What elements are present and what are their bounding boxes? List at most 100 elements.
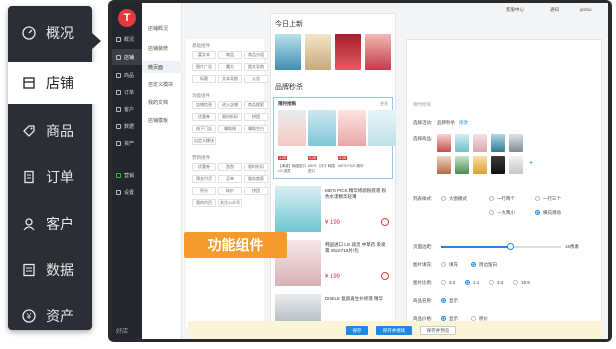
sidebar-item-marketing[interactable]: 营销 — [112, 167, 142, 183]
component-button[interactable]: 辅助空白 — [244, 125, 268, 133]
submenu-item[interactable]: 店铺模板 — [148, 117, 168, 124]
component-button[interactable]: 优惠券 — [192, 113, 216, 121]
component-button[interactable]: 积分 — [192, 187, 216, 195]
notifications-link[interactable]: 通知 — [550, 7, 559, 13]
sidebar-item-goods[interactable]: 商品 — [112, 67, 142, 83]
selected-goods-thumb[interactable] — [473, 134, 487, 152]
component-button[interactable]: 拼团 — [244, 113, 268, 121]
flash-card[interactable] — [368, 110, 396, 146]
submenu-item[interactable]: 店铺概况 — [148, 25, 168, 32]
fill-radio[interactable] — [441, 262, 446, 267]
submenu-item[interactable]: 我的文档 — [148, 99, 168, 106]
menu-item-overview[interactable]: 概况 — [8, 12, 92, 54]
component-button[interactable]: 商品分组 — [244, 51, 268, 59]
product-thumb[interactable] — [335, 34, 361, 70]
product-thumb[interactable] — [305, 34, 331, 70]
fill-radio-selected[interactable] — [471, 262, 476, 267]
list-item[interactable]: MD'S PICK 精华修颜粉底液 粉色水漾精华轻薄 ¥ 199 — [275, 186, 391, 244]
cart-icon[interactable] — [381, 272, 389, 280]
menu-item-assets[interactable]: ¥ 资产 — [8, 295, 92, 337]
component-button[interactable]: 图文导航 — [244, 63, 268, 71]
component-button[interactable]: 买单 — [218, 175, 242, 183]
submenu-item[interactable]: 自定义模块 — [148, 81, 173, 88]
component-button[interactable]: 公告 — [244, 75, 268, 83]
component-button[interactable]: 魔方 — [218, 63, 242, 71]
ratio-option: 3:4 — [497, 280, 504, 285]
save-continue-button[interactable]: 保存并继续 — [376, 326, 412, 335]
sidebar-item-overview[interactable]: 概况 — [112, 31, 142, 47]
component-button[interactable]: 商品 — [218, 51, 242, 59]
help-center-link[interactable]: 客服中心 — [506, 7, 524, 13]
component-button[interactable]: 我的约目 — [192, 199, 216, 207]
submenu-item[interactable]: 店铺装修 — [148, 45, 168, 52]
save-button[interactable]: 保存 — [346, 326, 368, 335]
sidebar-item-settings[interactable]: 设置 — [112, 184, 142, 200]
component-button[interactable]: 线下门店 — [192, 125, 216, 133]
flash-card[interactable]: 3.28 MD'S PICK 精华 — [338, 110, 366, 169]
component-button[interactable]: 辅助线 — [218, 125, 242, 133]
product-thumb[interactable] — [275, 34, 301, 70]
flash-sale-module[interactable]: 限时抢购 更多 3.28 【满减】韩国进口 LG 减灵 3.28 MD'S 【中… — [273, 97, 396, 179]
list-item[interactable]: DHELE 复颜再生补修液 精华 — [275, 294, 391, 322]
component-button[interactable]: 文本导航 — [218, 75, 242, 83]
selected-goods-thumb[interactable] — [509, 156, 523, 174]
selected-goods-thumb[interactable] — [437, 134, 451, 152]
sidebar-item-data[interactable]: 数据 — [112, 118, 142, 134]
sidebar-item-store[interactable]: 店铺 — [112, 49, 142, 65]
product-thumb[interactable] — [365, 34, 391, 70]
selected-goods-thumb[interactable] — [491, 156, 505, 174]
selected-goods-thumb[interactable] — [473, 156, 487, 174]
component-button[interactable]: 限时折扣 — [218, 113, 242, 121]
style-radio[interactable] — [441, 196, 446, 201]
component-button[interactable]: 拼团 — [244, 187, 268, 195]
ratio-radio-selected[interactable] — [465, 280, 470, 285]
style-radio[interactable] — [535, 196, 540, 201]
component-button[interactable]: 优惠券 — [192, 163, 216, 171]
component-button[interactable]: 标题 — [192, 75, 216, 83]
ratio-radio[interactable] — [441, 280, 446, 285]
selected-goods-thumb[interactable] — [437, 156, 451, 174]
flash-card[interactable]: 3.28 【满减】韩国进口 LG 减灵 — [278, 110, 306, 174]
menu-item-goods[interactable]: 商品 — [8, 110, 92, 152]
activity-edit-link[interactable]: 修改 — [459, 120, 468, 126]
sidebar-item-assets[interactable]: 资产 — [112, 135, 142, 151]
style-radio[interactable] — [489, 196, 494, 201]
component-button[interactable]: 预支付活 — [192, 175, 216, 183]
selected-goods-thumb[interactable] — [491, 134, 505, 152]
add-goods-icon[interactable]: + — [529, 160, 533, 167]
menu-item-data[interactable]: 数据 — [8, 249, 92, 291]
component-button[interactable]: 限时折扣 — [244, 163, 268, 171]
name-option: 显示 — [449, 298, 458, 303]
component-button[interactable]: 砍价 — [218, 187, 242, 195]
selected-goods-thumb[interactable] — [455, 156, 469, 174]
flash-card[interactable]: 3.28 MD'S 【中】韩国进口 — [308, 110, 336, 174]
selected-goods-thumb[interactable] — [509, 134, 523, 152]
component-button[interactable]: 刮刮 — [218, 163, 242, 171]
margin-slider[interactable] — [441, 243, 561, 250]
component-button[interactable]: 关注公众号 — [218, 199, 242, 207]
user-account[interactable]: yishui — [580, 7, 592, 12]
list-item[interactable]: 韩国进口 LG 减灵 中草药 染发膏 25cm*18片/包 ¥ 199 — [275, 240, 391, 298]
component-button[interactable]: 图片广告 — [192, 63, 216, 71]
submenu-item-active[interactable]: 微页面 — [142, 61, 182, 73]
ratio-radio[interactable] — [513, 280, 518, 285]
component-button[interactable]: 自定义模块 — [192, 137, 216, 145]
component-button[interactable]: 富文本 — [192, 51, 216, 59]
selected-goods-thumb[interactable] — [455, 134, 469, 152]
menu-item-customers[interactable]: 客户 — [8, 203, 92, 245]
component-button[interactable]: 商品搜索 — [244, 101, 268, 109]
style-radio-selected[interactable] — [535, 210, 540, 215]
component-button[interactable]: 服务商家 — [244, 175, 268, 183]
flash-more-link[interactable]: 更多 — [380, 101, 388, 107]
menu-item-orders[interactable]: 订单 — [8, 156, 92, 198]
name-checkbox[interactable] — [441, 298, 446, 303]
sidebar-item-orders[interactable]: 订单 — [112, 84, 142, 100]
style-radio[interactable] — [489, 210, 494, 215]
ratio-radio[interactable] — [489, 280, 494, 285]
sidebar-item-customers[interactable]: 客户 — [112, 101, 142, 117]
component-button[interactable]: 店铺信息 — [192, 101, 216, 109]
cart-icon[interactable] — [381, 218, 389, 226]
component-button[interactable]: 进入店铺 — [218, 101, 242, 109]
save-preview-button[interactable]: 保存并预览 — [420, 326, 456, 335]
menu-item-store[interactable]: 店铺 — [8, 62, 102, 104]
